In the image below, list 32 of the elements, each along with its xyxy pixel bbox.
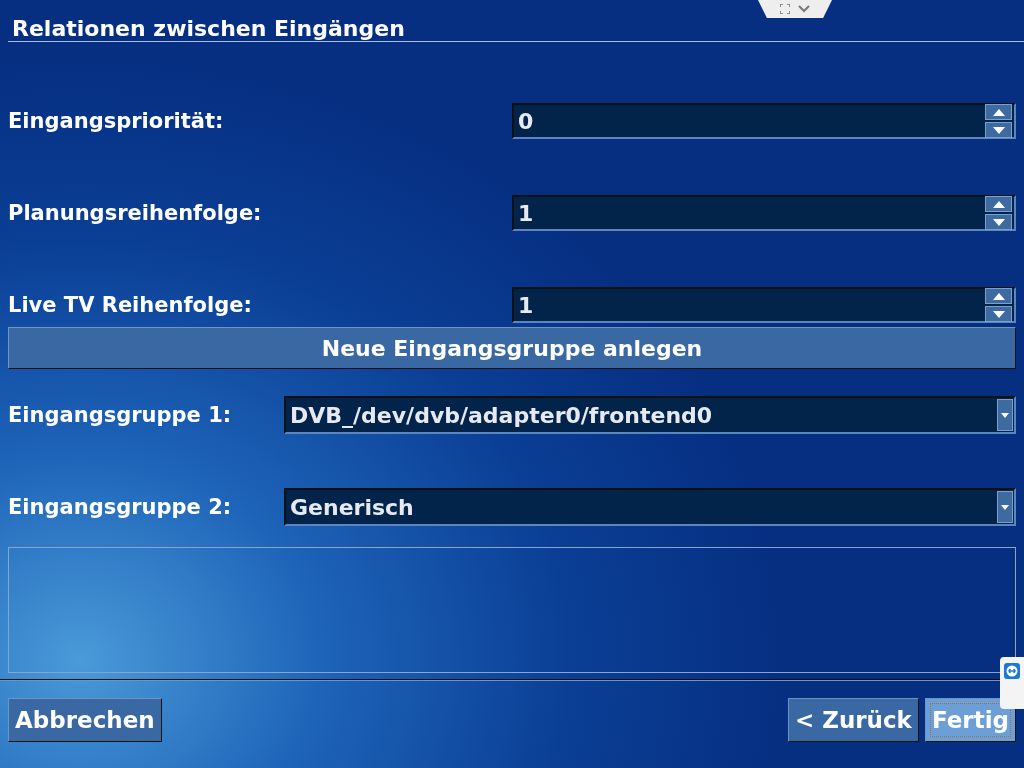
double-arrow-icon bbox=[1004, 663, 1020, 679]
new-group-button[interactable]: Neue Eingangsgruppe anlegen bbox=[8, 327, 1016, 369]
increment-button[interactable] bbox=[985, 196, 1012, 212]
field-label: Eingangspriorität: bbox=[8, 109, 225, 133]
dropdown-arrow-icon bbox=[1001, 412, 1009, 418]
spin-box[interactable]: 1 bbox=[512, 195, 1016, 231]
down-arrow-icon bbox=[992, 310, 1005, 318]
dropdown[interactable]: Generisch bbox=[284, 488, 1016, 526]
field-label: Eingangsgruppe 2: bbox=[8, 494, 233, 521]
down-arrow-icon bbox=[992, 218, 1005, 226]
decrement-button[interactable] bbox=[985, 122, 1012, 138]
increment-button[interactable] bbox=[985, 288, 1012, 304]
decrement-button[interactable] bbox=[985, 214, 1012, 230]
chevron-down-icon bbox=[798, 5, 810, 13]
increment-button[interactable] bbox=[985, 104, 1012, 120]
up-arrow-icon bbox=[992, 200, 1005, 208]
decrement-button[interactable] bbox=[985, 306, 1012, 322]
field-label: Planungsreihenfolge: bbox=[8, 201, 263, 225]
spin-box[interactable]: 1 bbox=[512, 287, 1016, 323]
back-button[interactable]: < Zurück bbox=[787, 698, 919, 742]
spin-box[interactable]: 0 bbox=[512, 103, 1016, 139]
up-arrow-icon bbox=[992, 292, 1005, 300]
fullscreen-icon bbox=[780, 4, 790, 14]
dropdown-arrow-icon bbox=[1001, 504, 1009, 510]
remote-side-tab[interactable] bbox=[1000, 657, 1024, 709]
window-title: Relationen zwischen Eingängen bbox=[11, 15, 406, 41]
dropdown[interactable]: DVB_/dev/dvb/adapter0/frontend0 bbox=[284, 396, 1016, 434]
field-label: Eingangsgruppe 1: bbox=[8, 402, 233, 429]
field-label: Live TV Reihenfolge: bbox=[8, 293, 253, 317]
down-arrow-icon bbox=[992, 126, 1005, 134]
up-arrow-icon bbox=[992, 108, 1005, 116]
cancel-button[interactable]: Abbrechen bbox=[8, 698, 162, 742]
